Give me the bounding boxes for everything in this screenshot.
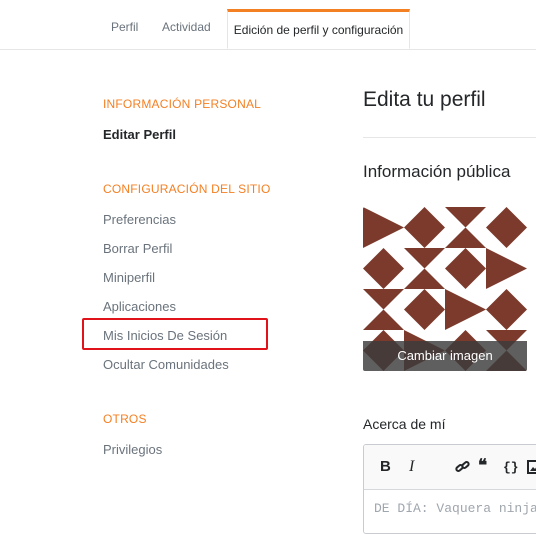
about-me-label: Acerca de mí [363, 416, 446, 432]
tab-perfil[interactable]: Perfil [111, 20, 138, 34]
public-info-title: Información pública [363, 162, 511, 181]
about-me-editor: B I ❝ {} DE DÍA: Vaquera ninja [363, 444, 536, 534]
image-icon[interactable] [527, 460, 536, 478]
sidebar-header-otros: OTROS [103, 412, 147, 426]
avatar[interactable]: Cambiar imagen [363, 207, 527, 371]
tab-edicion-perfil[interactable]: Edición de perfil y configuración [227, 9, 410, 49]
sidebar-item-preferencias[interactable]: Preferencias [103, 212, 176, 227]
editor-toolbar: B I ❝ {} [364, 445, 536, 490]
link-icon[interactable] [455, 460, 471, 478]
bold-icon[interactable]: B [380, 458, 391, 475]
change-image-button[interactable]: Cambiar imagen [363, 341, 527, 371]
sidebar-item-aplicaciones[interactable]: Aplicaciones [103, 299, 176, 314]
about-me-textarea[interactable]: DE DÍA: Vaquera ninja [374, 501, 536, 516]
sidebar-item-miniperfil[interactable]: Miniperfil [103, 270, 155, 285]
code-icon[interactable]: {} [503, 460, 519, 475]
profile-tabs: Perfil Actividad Edición de perfil y con… [0, 0, 536, 50]
sidebar-item-privilegios[interactable]: Privilegios [103, 442, 162, 457]
tab-actividad[interactable]: Actividad [162, 20, 211, 34]
divider [363, 137, 536, 138]
sidebar-item-editar-perfil[interactable]: Editar Perfil [103, 127, 176, 142]
sidebar-item-ocultar-comunidades[interactable]: Ocultar Comunidades [103, 357, 229, 372]
sidebar-header-site: CONFIGURACIÓN DEL SITIO [103, 182, 271, 196]
page-title: Edita tu perfil [363, 88, 486, 111]
italic-icon[interactable]: I [409, 458, 414, 476]
sidebar-header-personal: INFORMACIÓN PERSONAL [103, 97, 262, 111]
highlight-annotation-box [82, 318, 268, 350]
sidebar-item-borrar-perfil[interactable]: Borrar Perfil [103, 241, 172, 256]
quote-icon[interactable]: ❝ [478, 456, 487, 476]
